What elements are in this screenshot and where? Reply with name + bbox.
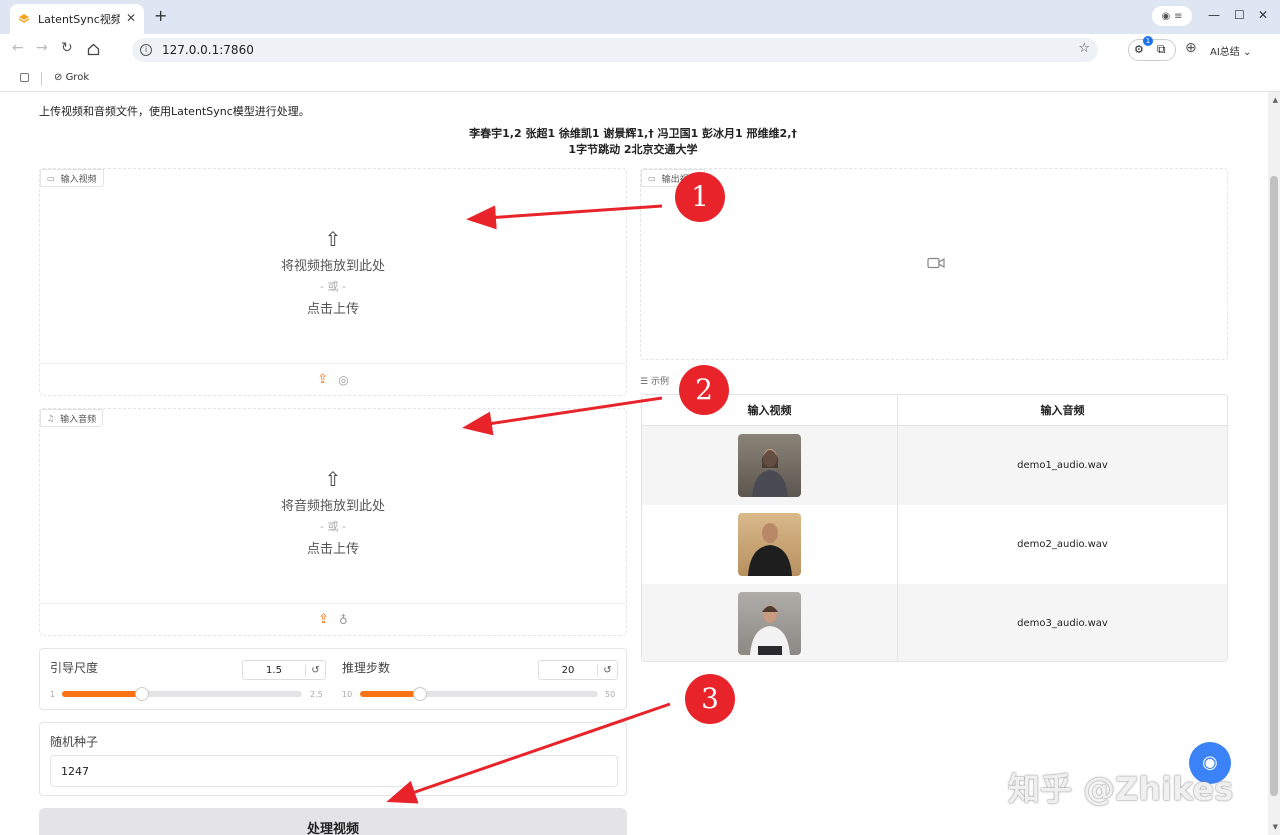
browser-titlebar: LatentSync视频处 ✕ + ◉≡ — ☐ ✕ xyxy=(0,0,1280,34)
watermark: 知乎 @Zhikes xyxy=(1008,770,1234,808)
browser-tab[interactable]: LatentSync视频处 ✕ xyxy=(10,4,144,34)
home-icon[interactable] xyxy=(87,43,100,56)
ai-summary-button[interactable]: AI总结 ⌄ xyxy=(1210,43,1251,58)
extension-a-icon[interactable]: ⚙ xyxy=(1134,43,1144,56)
close-window-button[interactable]: ✕ xyxy=(1258,8,1268,22)
avatar-icon: ◉ xyxy=(1161,10,1171,22)
tab-groups-icon[interactable] xyxy=(20,73,29,82)
bookmarks-divider xyxy=(41,72,42,86)
annotation-marker-2: 2 xyxy=(679,365,729,415)
bookmark-grok[interactable]: ⊘ Grok xyxy=(54,72,89,83)
annotation-arrow-3 xyxy=(386,702,671,804)
download-icon[interactable]: ⊕ xyxy=(1185,40,1197,56)
bookmarks-bar: ⊘ Grok xyxy=(0,66,1280,92)
annotation-arrow-2 xyxy=(462,396,663,436)
annotation-marker-1: 1 xyxy=(675,172,725,222)
forward-icon[interactable]: → xyxy=(36,40,48,56)
page-scrollbar[interactable]: ▲ ▼ xyxy=(1268,92,1280,835)
extension-icon[interactable]: ⧉ xyxy=(1157,42,1166,57)
site-info-icon[interactable]: i xyxy=(140,44,152,56)
minimize-button[interactable]: — xyxy=(1208,8,1220,22)
extension-badge: 1 xyxy=(1143,36,1153,46)
menu-lines-icon: ≡ xyxy=(1174,10,1183,22)
scrollbar-thumb[interactable] xyxy=(1270,176,1278,796)
annotation-marker-3: 3 xyxy=(685,674,735,724)
gradio-page: 上传视频和音频文件，使用LatentSync模型进行处理。 李春宇1,2 张超1… xyxy=(0,92,1280,835)
tab-close-icon[interactable]: ✕ xyxy=(126,11,136,25)
annotation-arrows xyxy=(386,204,671,804)
refresh-icon[interactable]: ↻ xyxy=(61,40,73,56)
star-icon[interactable]: ☆ xyxy=(1078,41,1090,56)
back-icon[interactable]: ← xyxy=(12,40,24,56)
new-tab-button[interactable]: + xyxy=(154,6,167,25)
address-url[interactable]: 127.0.0.1:7860 xyxy=(162,43,254,57)
scroll-down-icon[interactable]: ▼ xyxy=(1273,823,1278,831)
annotation-arrow-1 xyxy=(466,204,663,230)
address-bar[interactable]: i 127.0.0.1:7860 ☆ xyxy=(132,38,1098,62)
browser-navbar: ← → ↻ i 127.0.0.1:7860 ☆ ⚙ 1 ⧉ ⊕ AI总结 ⌄ xyxy=(0,34,1280,66)
scroll-up-icon[interactable]: ▲ xyxy=(1273,96,1278,104)
tab-title: LatentSync视频处 xyxy=(38,13,120,26)
profile-button[interactable]: ◉ ≡ xyxy=(1152,6,1192,26)
maximize-button[interactable]: ☐ xyxy=(1234,8,1245,22)
app-favicon-icon xyxy=(18,14,30,23)
extensions-group[interactable]: ⚙ 1 ⧉ xyxy=(1128,36,1176,61)
